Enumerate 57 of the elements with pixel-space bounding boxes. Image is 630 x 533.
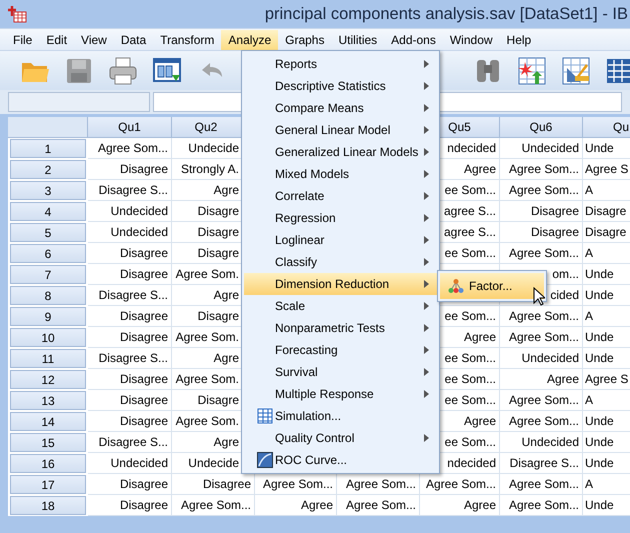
table-cell: Agree Som... [500,306,583,327]
table-cell: Undecided [500,138,583,159]
table-cell: A [583,474,630,495]
table-cell: Disagree [88,369,172,390]
table-cell: Agree Som... [172,495,255,516]
table-cell: Disagree S... [88,180,172,201]
table-cell: Disagree [88,495,172,516]
table-cell: Disagree [500,201,583,222]
table-cell: Agree Som... [500,495,583,516]
table-cell: Disagree S... [88,432,172,453]
table-cell: Disagre [583,201,630,222]
table-cell: Disagree [500,222,583,243]
table-cell: Unde [583,264,630,285]
table-cell: Agree S [583,369,630,390]
table-cell: Unde [583,327,630,348]
table-cell: Agree Som... [500,327,583,348]
table-cell: Unde [583,453,630,474]
table-cell: Unde [583,495,630,516]
table-cell: Agree Som... [500,411,583,432]
table-cell: A [583,390,630,411]
table-cell: Agree Som... [88,138,172,159]
table-cell: Disagree [88,306,172,327]
table-cell: Disagree [88,264,172,285]
table-cell: Disagree S... [500,453,583,474]
table-cell: Undecided [500,432,583,453]
table-cell: Agree [255,495,337,516]
table-cell: Unde [583,411,630,432]
table-cell: Unde [583,348,630,369]
table-cell: Unde [583,285,630,306]
table-cell: Disagree [88,390,172,411]
table-cell: Agree Som... [500,159,583,180]
table-cell: Disagree [88,327,172,348]
table-cell: Disagree [88,411,172,432]
table-cell: A [583,306,630,327]
table-cell: Agree Som... [500,474,583,495]
table-cell: Undecided [88,201,172,222]
table-cell: Agree Som... [500,180,583,201]
window-title: principal components analysis.sav [DataSet1] - IB [264,4,628,24]
table-cell: Agree Som... [500,243,583,264]
table-cell: Disagree S... [88,348,172,369]
table-cell: Agree [420,495,500,516]
table-cell: Agree [500,369,583,390]
table-cell: Undecided [500,348,583,369]
table-cell: Agree Som... [337,495,420,516]
table-cell: Disagre [583,222,630,243]
table-cell: A [583,243,630,264]
table-cell: Disagree S... [88,285,172,306]
table-cell: A [583,180,630,201]
table-cell: Agree Som... [500,390,583,411]
table-cell: Unde [583,138,630,159]
table-cell: Agree S [583,159,630,180]
table-cell: Disagree [88,243,172,264]
table-cell: Undecided [88,222,172,243]
table-cell: Disagree [88,159,172,180]
table-cell: Undecided [88,453,172,474]
table-cell: Unde [583,432,630,453]
table-cell: Disagree [88,474,172,495]
